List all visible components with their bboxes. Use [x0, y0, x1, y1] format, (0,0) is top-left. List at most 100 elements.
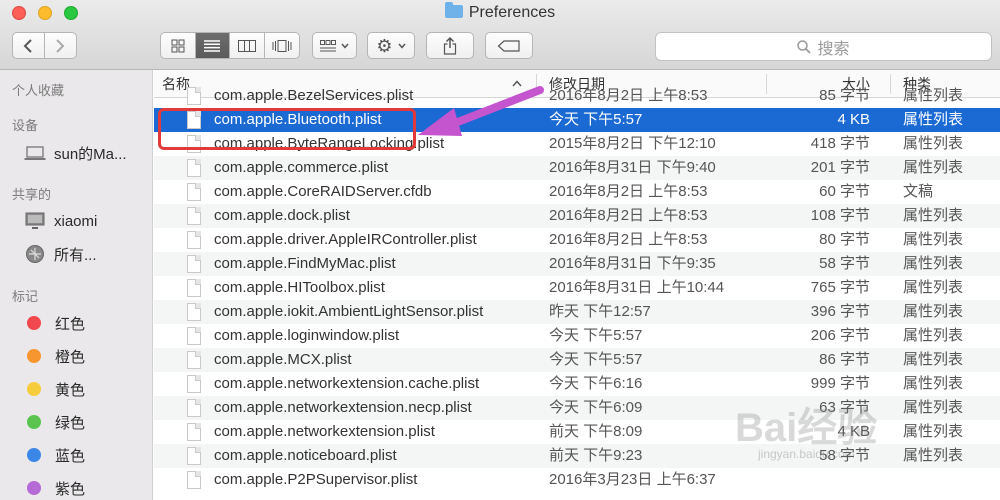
- file-kind: 属性列表: [903, 279, 964, 296]
- tag-dot-icon: [27, 448, 41, 462]
- document-icon: [187, 399, 201, 417]
- tag-dot-icon: [27, 481, 41, 495]
- file-kind: 属性列表: [903, 399, 964, 416]
- sidebar-heading-devices: 设备: [12, 118, 39, 133]
- sidebar-tag-green[interactable]: 绿色: [24, 409, 85, 435]
- file-row[interactable]: com.apple.commerce.plist 2016年8月31日 下午9:4…: [154, 156, 1000, 180]
- sidebar-item-label: 橙色: [55, 348, 86, 366]
- share-button[interactable]: [426, 32, 474, 59]
- file-kind: 属性列表: [903, 423, 964, 440]
- sidebar-tag-yellow[interactable]: 黄色: [24, 376, 85, 402]
- file-name: com.apple.driver.AppleIRController.plist: [214, 231, 477, 248]
- file-kind: 属性列表: [903, 87, 964, 104]
- chevron-down-icon: [397, 43, 406, 49]
- monitor-icon: [24, 210, 46, 232]
- file-row[interactable]: com.apple.HIToolbox.plist 2016年8月31日 上午10…: [154, 276, 1000, 300]
- tag-dot-icon: [27, 382, 41, 396]
- file-kind: 属性列表: [903, 255, 964, 272]
- sidebar-tag-purple[interactable]: 紫色: [24, 475, 85, 500]
- file-date: 2016年8月31日 下午9:40: [549, 159, 716, 176]
- file-row[interactable]: com.apple.dock.plist 2016年8月2日 上午8:53 108 …: [154, 204, 1000, 228]
- file-kind: 属性列表: [903, 327, 964, 344]
- file-size: 85 字节: [819, 87, 870, 104]
- file-date: 2016年8月31日 下午9:35: [549, 255, 716, 272]
- column-view-button[interactable]: [230, 33, 265, 58]
- file-row[interactable]: com.apple.loginwindow.plist 今天 下午5:57 206 …: [154, 324, 1000, 348]
- sidebar-item-all-network[interactable]: 所有...: [24, 241, 97, 267]
- file-date: 今天 下午6:09: [549, 399, 643, 416]
- sidebar-item-label: 紫色: [55, 480, 86, 498]
- sidebar-tag-blue[interactable]: 蓝色: [24, 442, 85, 468]
- sidebar: 个人收藏 设备 sun的Ma... 共享的 xiaomi 所有... 标记 红色…: [0, 70, 153, 500]
- file-size: 4 KB: [837, 111, 870, 128]
- document-icon: [187, 423, 201, 441]
- file-size: 418 字节: [810, 135, 870, 152]
- file-date: 前天 下午8:09: [549, 423, 643, 440]
- document-icon: [187, 375, 201, 393]
- coverflow-view-icon: [272, 39, 292, 52]
- sidebar-heading-tags: 标记: [12, 289, 39, 304]
- sidebar-tag-orange[interactable]: 橙色: [24, 343, 85, 369]
- search-placeholder: 搜索: [817, 40, 850, 58]
- document-icon: [187, 255, 201, 273]
- file-name: com.apple.networkextension.cache.plist: [214, 375, 480, 392]
- chevron-down-icon: [341, 43, 349, 49]
- icon-view-button[interactable]: [161, 33, 196, 58]
- file-row[interactable]: com.apple.driver.AppleIRController.plist…: [154, 228, 1000, 252]
- action-menu-button[interactable]: ⚙: [367, 32, 415, 59]
- file-kind: 属性列表: [903, 135, 964, 152]
- document-icon: [187, 183, 201, 201]
- sidebar-item-device[interactable]: sun的Ma...: [24, 140, 127, 166]
- file-size: 765 字节: [810, 279, 870, 296]
- file-row[interactable]: com.apple.FindMyMac.plist 2016年8月31日 下午9:…: [154, 252, 1000, 276]
- list-view-button[interactable]: [195, 33, 230, 58]
- file-kind: 文稿: [903, 183, 934, 200]
- sidebar-item-label: 黄色: [55, 381, 86, 399]
- file-kind: 属性列表: [903, 447, 964, 464]
- file-date: 2015年8月2日 下午12:10: [549, 135, 716, 152]
- file-name: com.apple.loginwindow.plist: [214, 327, 400, 344]
- file-date: 2016年8月31日 上午10:44: [549, 279, 725, 296]
- file-date: 前天 下午9:23: [549, 447, 643, 464]
- document-icon: [187, 351, 201, 369]
- column-view-icon: [237, 39, 256, 52]
- laptop-icon: [24, 142, 46, 164]
- file-name: com.apple.networkextension.plist: [214, 423, 435, 440]
- tags-button[interactable]: [485, 32, 533, 59]
- coverflow-view-button[interactable]: [265, 33, 299, 58]
- window-title-bar: Preferences: [0, 2, 1000, 22]
- forward-button[interactable]: [45, 33, 76, 58]
- icon-view-icon: [171, 39, 185, 52]
- tag-dot-icon: [27, 415, 41, 429]
- arrange-menu-button[interactable]: [312, 32, 357, 59]
- document-icon: [187, 159, 201, 177]
- sidebar-heading-favorites: 个人收藏: [12, 83, 65, 98]
- sidebar-tag-red[interactable]: 红色: [24, 310, 85, 336]
- document-icon: [187, 327, 201, 345]
- file-name: com.apple.commerce.plist: [214, 159, 389, 176]
- file-kind: 属性列表: [903, 207, 964, 224]
- window-toolbar: Preferences ⚙ 搜索: [0, 0, 1000, 70]
- file-row[interactable]: com.apple.CoreRAIDServer.cfdb 2016年8月2日 上…: [154, 180, 1000, 204]
- file-row[interactable]: com.apple.P2PSupervisor.plist 2016年3月23日 …: [154, 468, 1000, 492]
- file-row[interactable]: com.apple.networkextension.cache.plist 今天…: [154, 372, 1000, 396]
- file-name: com.apple.BezelServices.plist: [214, 87, 414, 104]
- chevron-right-icon: [56, 38, 65, 53]
- sidebar-item-label: xiaomi: [54, 212, 98, 230]
- file-row[interactable]: com.apple.iokit.AmbientLightSensor.plist…: [154, 300, 1000, 324]
- file-row[interactable]: com.apple.MCX.plist 今天 下午5:57 86 字节 属性列表: [154, 348, 1000, 372]
- back-forward-control: [12, 32, 77, 59]
- file-date: 2016年3月23日 上午6:37: [549, 471, 716, 488]
- file-row[interactable]: com.apple.BezelServices.plist 2016年8月2日 上…: [154, 84, 1000, 108]
- back-button[interactable]: [13, 33, 45, 58]
- search-field[interactable]: 搜索: [655, 32, 992, 61]
- file-date: 2016年8月2日 上午8:53: [549, 207, 708, 224]
- file-kind: 属性列表: [903, 375, 964, 392]
- arrange-grid-icon: [320, 39, 336, 51]
- sidebar-item-xiaomi[interactable]: xiaomi: [24, 208, 97, 234]
- file-date: 今天 下午5:57: [549, 111, 643, 128]
- document-icon: [187, 279, 201, 297]
- sidebar-item-label: 红色: [55, 315, 86, 333]
- document-icon: [187, 303, 201, 321]
- file-date: 今天 下午6:16: [549, 375, 643, 392]
